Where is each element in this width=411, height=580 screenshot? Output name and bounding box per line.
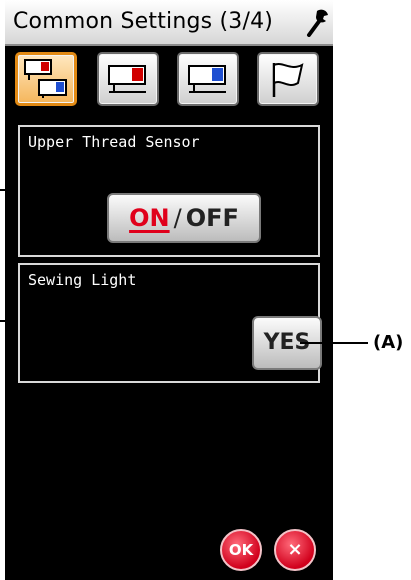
sewing-light-label: Sewing Light bbox=[28, 271, 137, 289]
upper-thread-sensor-panel: Upper Thread Sensor ON / OFF bbox=[18, 125, 320, 257]
wrench-icon bbox=[307, 9, 328, 37]
tab-common-settings[interactable] bbox=[15, 52, 77, 106]
callout-label-a: (A) bbox=[373, 332, 404, 353]
title-bar: Common Settings (3/4) bbox=[5, 0, 333, 46]
ok-button[interactable]: OK bbox=[220, 529, 262, 571]
flag-icon bbox=[272, 63, 304, 97]
on-off-toggle-button[interactable]: ON / OFF bbox=[107, 193, 261, 243]
on-off-separator: / bbox=[173, 204, 182, 232]
common-settings-icon bbox=[24, 59, 67, 98]
settings-screen: Common Settings (3/4) Upper Thread Senso… bbox=[5, 0, 333, 580]
tab-bar bbox=[5, 46, 333, 110]
off-option: OFF bbox=[185, 204, 239, 232]
upper-thread-sensor-label: Upper Thread Sensor bbox=[28, 133, 200, 151]
on-option: ON bbox=[129, 204, 170, 232]
cancel-button[interactable]: × bbox=[274, 529, 316, 571]
sewing-light-panel: Sewing Light YES bbox=[18, 263, 322, 383]
page-title: Common Settings (3/4) bbox=[13, 9, 274, 34]
blue-machine-icon bbox=[188, 65, 226, 93]
callout-line-a bbox=[300, 342, 368, 344]
tab-flag-settings[interactable] bbox=[257, 52, 319, 106]
tab-blue-settings[interactable] bbox=[177, 52, 239, 106]
tab-red-settings[interactable] bbox=[97, 52, 159, 106]
red-machine-icon bbox=[108, 65, 146, 93]
